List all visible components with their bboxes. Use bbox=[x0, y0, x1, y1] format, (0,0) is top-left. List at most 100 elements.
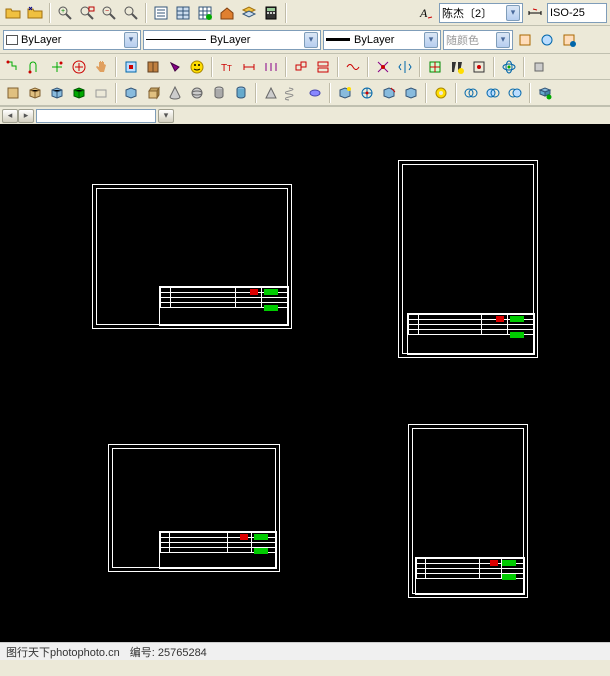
nav-track[interactable] bbox=[36, 109, 156, 123]
linetype-dropdown[interactable]: ByLayer bbox=[143, 30, 321, 50]
title-block bbox=[415, 557, 525, 595]
list-icon[interactable] bbox=[151, 3, 171, 23]
open2-icon[interactable] bbox=[25, 3, 45, 23]
zoom-window-icon[interactable] bbox=[77, 3, 97, 23]
blank-icon[interactable] bbox=[91, 83, 111, 103]
lineweight-preview bbox=[326, 38, 350, 41]
book-icon[interactable] bbox=[143, 57, 163, 77]
dim-style-dropdown[interactable]: ISO-25 bbox=[547, 3, 607, 23]
gradient-icon[interactable] bbox=[343, 57, 363, 77]
dropdown-arrow-icon[interactable] bbox=[304, 32, 318, 48]
zoom-in-icon[interactable]: + bbox=[55, 3, 75, 23]
zoom-out-icon[interactable]: − bbox=[99, 3, 119, 23]
cube-icon[interactable] bbox=[25, 83, 45, 103]
dim-linear-icon[interactable] bbox=[239, 57, 259, 77]
tool-icon[interactable] bbox=[537, 30, 557, 50]
tool-icon[interactable] bbox=[515, 30, 535, 50]
boolean-icon[interactable] bbox=[535, 83, 555, 103]
tool-icon[interactable] bbox=[469, 57, 489, 77]
box-icon[interactable] bbox=[3, 83, 23, 103]
red-marker bbox=[496, 316, 504, 322]
drawing-sheet[interactable] bbox=[408, 424, 528, 598]
dim-align-icon[interactable] bbox=[261, 57, 281, 77]
pan-icon[interactable] bbox=[91, 57, 111, 77]
material-icon[interactable] bbox=[357, 83, 377, 103]
lineweight-value: ByLayer bbox=[354, 34, 394, 46]
torus-icon[interactable] bbox=[231, 83, 251, 103]
color-dropdown[interactable]: 随颜色 bbox=[443, 30, 513, 50]
nav-prev-button[interactable]: ◂ bbox=[2, 109, 18, 123]
drawing-sheet[interactable] bbox=[92, 184, 292, 329]
box3d-icon[interactable] bbox=[143, 83, 163, 103]
separator bbox=[115, 83, 117, 103]
hatch-icon[interactable] bbox=[291, 57, 311, 77]
cyl-icon[interactable] bbox=[121, 83, 141, 103]
footer-site: 图行天下photophoto.cn bbox=[6, 644, 120, 660]
nav-dropdown-button[interactable]: ▾ bbox=[158, 109, 174, 123]
tool-icon[interactable] bbox=[559, 30, 579, 50]
green-marker bbox=[254, 534, 268, 540]
lineweight-dropdown[interactable]: ByLayer bbox=[323, 30, 441, 50]
snap-icon[interactable] bbox=[25, 57, 45, 77]
nav-scrollbar: ◂ ▸ ▾ bbox=[0, 106, 610, 124]
smiley-icon[interactable] bbox=[187, 57, 207, 77]
cone-icon[interactable] bbox=[165, 83, 185, 103]
render-icon[interactable] bbox=[335, 83, 355, 103]
red-marker bbox=[250, 289, 258, 295]
hatch2-icon[interactable] bbox=[313, 57, 333, 77]
spring-icon[interactable] bbox=[283, 83, 303, 103]
dropdown-arrow-icon[interactable] bbox=[424, 32, 438, 48]
red-marker bbox=[240, 534, 248, 540]
separator bbox=[455, 83, 457, 103]
helix-icon[interactable] bbox=[305, 83, 325, 103]
house-icon[interactable] bbox=[217, 3, 237, 23]
donut-icon[interactable] bbox=[431, 83, 451, 103]
drawing-sheet[interactable] bbox=[108, 444, 280, 572]
ortho-icon[interactable] bbox=[3, 57, 23, 77]
font-style-icon[interactable]: A bbox=[417, 3, 437, 23]
layers-icon[interactable] bbox=[239, 3, 259, 23]
circle2-icon[interactable] bbox=[483, 83, 503, 103]
green-marker bbox=[510, 316, 524, 322]
tool-icon[interactable] bbox=[401, 83, 421, 103]
tool-icon[interactable] bbox=[529, 57, 549, 77]
wedge-icon[interactable] bbox=[209, 83, 229, 103]
prism-icon[interactable] bbox=[69, 83, 89, 103]
block-edit-icon[interactable] bbox=[447, 57, 467, 77]
polar-icon[interactable] bbox=[47, 57, 67, 77]
calc-icon[interactable] bbox=[261, 3, 281, 23]
circle1-icon[interactable] bbox=[461, 83, 481, 103]
block-icon[interactable] bbox=[425, 57, 445, 77]
dropdown-arrow-icon[interactable] bbox=[124, 32, 138, 48]
text-icon[interactable]: TT bbox=[217, 57, 237, 77]
svg-text:T: T bbox=[227, 64, 232, 73]
mirror-icon[interactable] bbox=[395, 57, 415, 77]
text-style-dropdown[interactable]: 陈杰〔2〕 bbox=[439, 3, 523, 23]
dropdown-arrow-icon[interactable] bbox=[506, 5, 520, 21]
drawing-canvas[interactable] bbox=[0, 124, 610, 642]
grid-icon[interactable] bbox=[195, 3, 215, 23]
3d-orbit-icon[interactable] bbox=[499, 57, 519, 77]
separator bbox=[419, 57, 421, 77]
circle3-icon[interactable] bbox=[505, 83, 525, 103]
drawing-sheet[interactable] bbox=[398, 160, 538, 358]
add-icon[interactable] bbox=[69, 57, 89, 77]
separator bbox=[285, 57, 287, 77]
history-icon[interactable] bbox=[121, 57, 141, 77]
table-icon[interactable] bbox=[173, 3, 193, 23]
dropdown-arrow-icon[interactable] bbox=[496, 32, 510, 48]
separator bbox=[367, 57, 369, 77]
open-icon[interactable] bbox=[3, 3, 23, 23]
triangle-icon[interactable] bbox=[261, 83, 281, 103]
nav-next-button[interactable]: ▸ bbox=[18, 109, 34, 123]
toolbar-row-4 bbox=[0, 80, 610, 106]
zoom-ext-icon[interactable] bbox=[121, 3, 141, 23]
dimension-style-icon[interactable] bbox=[525, 3, 545, 23]
light-icon[interactable] bbox=[379, 83, 399, 103]
layer-dropdown[interactable]: ByLayer bbox=[3, 30, 141, 50]
separator bbox=[523, 57, 525, 77]
array-icon[interactable] bbox=[373, 57, 393, 77]
purge-icon[interactable] bbox=[165, 57, 185, 77]
pyramid-icon[interactable] bbox=[47, 83, 67, 103]
sphere-icon[interactable] bbox=[187, 83, 207, 103]
